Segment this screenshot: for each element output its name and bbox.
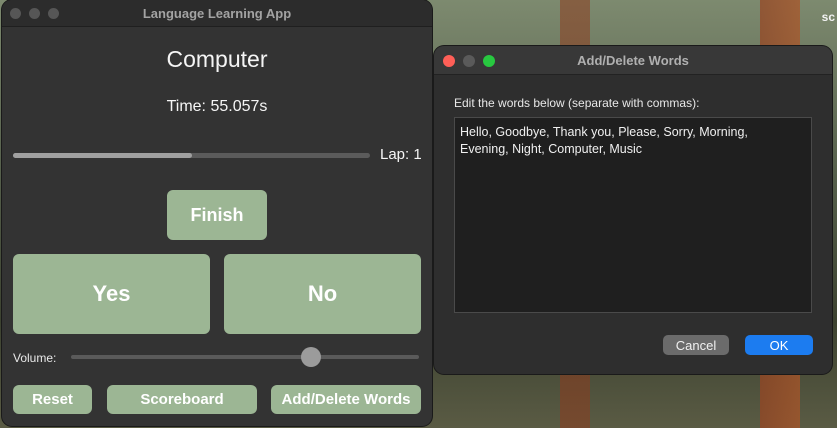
- lap-progress-fill: [13, 153, 192, 158]
- dialog-title: Add/Delete Words: [577, 53, 689, 68]
- reset-button[interactable]: Reset: [13, 385, 92, 414]
- yes-button[interactable]: Yes: [13, 254, 210, 334]
- words-text-area[interactable]: Hello, Goodbye, Thank you, Please, Sorry…: [454, 117, 812, 313]
- main-window: Language Learning App Computer Time: 55.…: [2, 0, 432, 426]
- add-delete-words-dialog: Add/Delete Words Edit the words below (s…: [434, 46, 832, 374]
- cancel-button[interactable]: Cancel: [663, 335, 729, 355]
- main-window-title: Language Learning App: [142, 6, 292, 21]
- add-delete-words-button[interactable]: Add/Delete Words: [271, 385, 421, 414]
- timer-text: Time: 55.057s: [166, 98, 268, 115]
- current-word: Computer: [166, 46, 268, 72]
- no-button[interactable]: No: [224, 254, 421, 334]
- volume-label: Volume:: [13, 351, 57, 365]
- lap-counter: Lap: 1: [380, 146, 422, 163]
- desktop-text-fragment: sc: [821, 10, 835, 24]
- dialog-titlebar[interactable]: Add/Delete Words: [434, 46, 832, 75]
- main-titlebar[interactable]: Language Learning App: [2, 0, 432, 27]
- finish-button[interactable]: Finish: [167, 190, 267, 240]
- dialog-instruction: Edit the words below (separate with comm…: [454, 96, 700, 110]
- ok-button[interactable]: OK: [745, 335, 813, 355]
- volume-slider-knob[interactable]: [301, 347, 322, 367]
- scoreboard-button[interactable]: Scoreboard: [107, 385, 257, 414]
- lap-progress-bar: [13, 153, 370, 158]
- volume-slider[interactable]: [71, 347, 419, 367]
